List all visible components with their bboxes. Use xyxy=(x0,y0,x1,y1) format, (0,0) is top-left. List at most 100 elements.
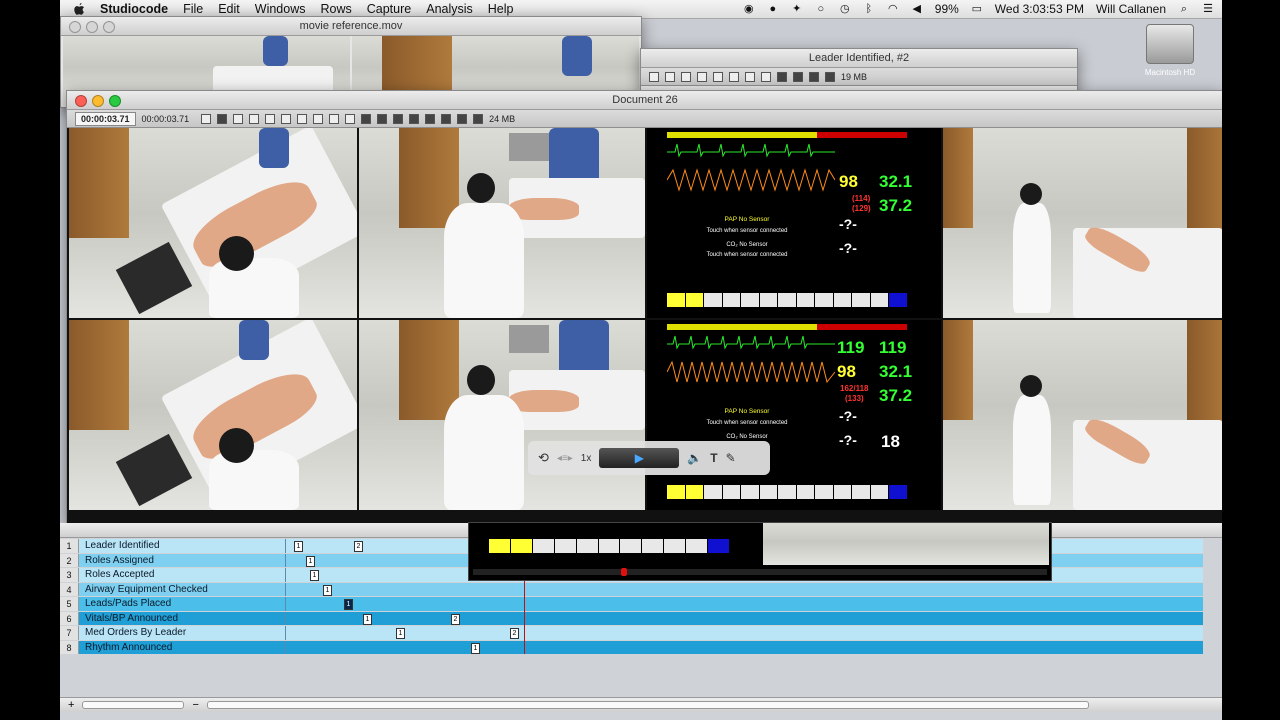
instance-marker[interactable]: 1 xyxy=(396,628,405,639)
audio-icon[interactable] xyxy=(393,113,404,124)
zoom-slider[interactable] xyxy=(82,701,185,709)
row-label[interactable]: Med Orders By Leader xyxy=(79,626,286,640)
timeline-scrollbar[interactable] xyxy=(206,701,1089,709)
instance-marker[interactable]: 2 xyxy=(354,541,363,552)
clip-tool-icon[interactable] xyxy=(649,71,659,82)
leader-identified-window[interactable]: Leader Identified, #2 19 MB xyxy=(640,48,1078,94)
timeline-row[interactable]: 6 Vitals/BP Announced 1 2 xyxy=(60,611,1203,626)
clip-tool-icon[interactable] xyxy=(713,71,723,82)
instance-marker[interactable]: 1 xyxy=(344,599,353,610)
timeline-row[interactable]: 4 Airway Equipment Checked 1 xyxy=(60,582,1203,597)
frame-step-icon[interactable]: ◂≡▸ xyxy=(557,453,573,464)
instance-marker[interactable]: 1 xyxy=(471,642,480,654)
leader-identified-titlebar[interactable]: Leader Identified, #2 xyxy=(641,49,1077,68)
hard-drive-icon[interactable]: Macintosh HD xyxy=(1142,24,1198,94)
clip-tool-icon[interactable] xyxy=(297,113,308,124)
spotlight-icon[interactable]: ⌕ xyxy=(1178,3,1190,15)
zoom-button[interactable] xyxy=(109,95,121,107)
instance-marker[interactable]: 2 xyxy=(451,613,460,625)
row-label[interactable]: Vitals/BP Announced xyxy=(79,611,286,625)
timeline-row[interactable]: 5 Leads/Pads Placed 1 xyxy=(60,597,1203,611)
notification-center-icon[interactable]: ☰ xyxy=(1202,3,1214,15)
row-track[interactable]: 1 xyxy=(286,641,1203,655)
battery-percent[interactable]: 99% xyxy=(935,2,959,16)
volume-icon[interactable]: 🔈 xyxy=(687,451,702,465)
close-button[interactable] xyxy=(69,21,81,33)
timecode-current[interactable]: 00:00:03.71 xyxy=(75,111,136,126)
dropbox-icon[interactable]: ✦ xyxy=(791,3,803,15)
timeline-row[interactable]: 7 Med Orders By Leader 1 2 xyxy=(60,626,1203,640)
playback-speed[interactable]: 1x xyxy=(581,453,592,464)
play-icon[interactable]: ▶ xyxy=(635,451,644,465)
add-row-button[interactable]: + xyxy=(68,699,74,711)
audio-icon[interactable] xyxy=(793,71,803,82)
clock[interactable]: Wed 3:03:53 PM xyxy=(995,2,1084,16)
row-label[interactable]: Roles Accepted xyxy=(79,568,286,582)
minimize-button[interactable] xyxy=(92,95,104,107)
instance-marker[interactable]: 1 xyxy=(294,541,303,552)
clip-tool-icon[interactable] xyxy=(681,71,691,82)
clip-tool-icon[interactable] xyxy=(233,113,244,124)
menu-windows[interactable]: Windows xyxy=(255,2,306,16)
row-label[interactable]: Rhythm Announced xyxy=(79,640,286,654)
wifi-icon[interactable]: ◠ xyxy=(887,3,899,15)
menu-file[interactable]: File xyxy=(183,2,203,16)
battery-icon[interactable]: ▭ xyxy=(971,3,983,15)
audio-icon[interactable] xyxy=(777,71,787,82)
clip-tool-icon[interactable] xyxy=(329,113,340,124)
movie-reference-titlebar[interactable]: movie reference.mov xyxy=(61,17,641,36)
clip-tool-icon[interactable] xyxy=(265,113,276,124)
chat-icon[interactable]: ○ xyxy=(815,3,827,15)
zoom-button[interactable] xyxy=(103,21,115,33)
text-tool-icon[interactable]: T xyxy=(710,451,717,465)
time-machine-icon[interactable]: ◷ xyxy=(839,3,851,15)
audio-icon[interactable] xyxy=(441,113,452,124)
clip-tool-icon[interactable] xyxy=(665,71,675,82)
row-track[interactable]: 1 xyxy=(286,597,1203,611)
jog-shuttle[interactable]: ▶ xyxy=(599,448,680,468)
audio-icon[interactable] xyxy=(825,71,835,82)
instance-marker[interactable]: 1 xyxy=(323,584,332,596)
document-titlebar[interactable]: Document 26 xyxy=(67,91,1222,110)
user-name[interactable]: Will Callanen xyxy=(1096,2,1166,16)
close-button[interactable] xyxy=(75,95,87,107)
menu-analysis[interactable]: Analysis xyxy=(426,2,473,16)
clip-tool-icon[interactable] xyxy=(281,113,292,124)
audio-icon[interactable] xyxy=(409,113,420,124)
record-icon[interactable]: ◉ xyxy=(743,3,755,15)
menu-rows[interactable]: Rows xyxy=(320,2,351,16)
instance-marker[interactable]: 2 xyxy=(510,628,519,639)
clip-tool-icon[interactable] xyxy=(697,71,707,82)
row-track[interactable]: 1 2 xyxy=(286,626,1203,640)
leader-identified-preview[interactable] xyxy=(468,522,1052,581)
layout-icon[interactable] xyxy=(217,113,228,124)
layout-icon[interactable] xyxy=(201,113,212,124)
row-label[interactable]: Leader Identified xyxy=(79,539,286,553)
menu-edit[interactable]: Edit xyxy=(218,2,240,16)
audio-icon[interactable] xyxy=(809,71,819,82)
row-track[interactable]: 1 2 xyxy=(286,612,1203,626)
preview-scrubber-handle[interactable] xyxy=(621,568,627,576)
row-track[interactable]: 1 xyxy=(286,583,1203,597)
clip-tool-icon[interactable] xyxy=(761,71,771,82)
pen-tool-icon[interactable]: ✎ xyxy=(726,451,736,465)
row-label[interactable]: Airway Equipment Checked xyxy=(79,582,286,596)
audio-icon[interactable] xyxy=(473,113,484,124)
preview-scrubber[interactable] xyxy=(473,568,1047,576)
timeline-row[interactable]: 8 Rhythm Announced 1 xyxy=(60,640,1203,655)
row-label[interactable]: Roles Assigned xyxy=(79,553,286,567)
menu-help[interactable]: Help xyxy=(488,2,514,16)
loop-icon[interactable]: ⟲ xyxy=(538,450,549,466)
instance-marker[interactable]: 1 xyxy=(306,555,315,567)
menu-app[interactable]: Studiocode xyxy=(100,2,168,16)
clip-tool-icon[interactable] xyxy=(313,113,324,124)
audio-icon[interactable] xyxy=(361,113,372,124)
menu-capture[interactable]: Capture xyxy=(367,2,411,16)
minimize-button[interactable] xyxy=(86,21,98,33)
remove-row-button[interactable]: − xyxy=(192,699,198,711)
row-label[interactable]: Leads/Pads Placed xyxy=(79,597,286,611)
audio-icon[interactable] xyxy=(377,113,388,124)
clip-tool-icon[interactable] xyxy=(745,71,755,82)
audio-icon[interactable] xyxy=(425,113,436,124)
clip-tool-icon[interactable] xyxy=(249,113,260,124)
